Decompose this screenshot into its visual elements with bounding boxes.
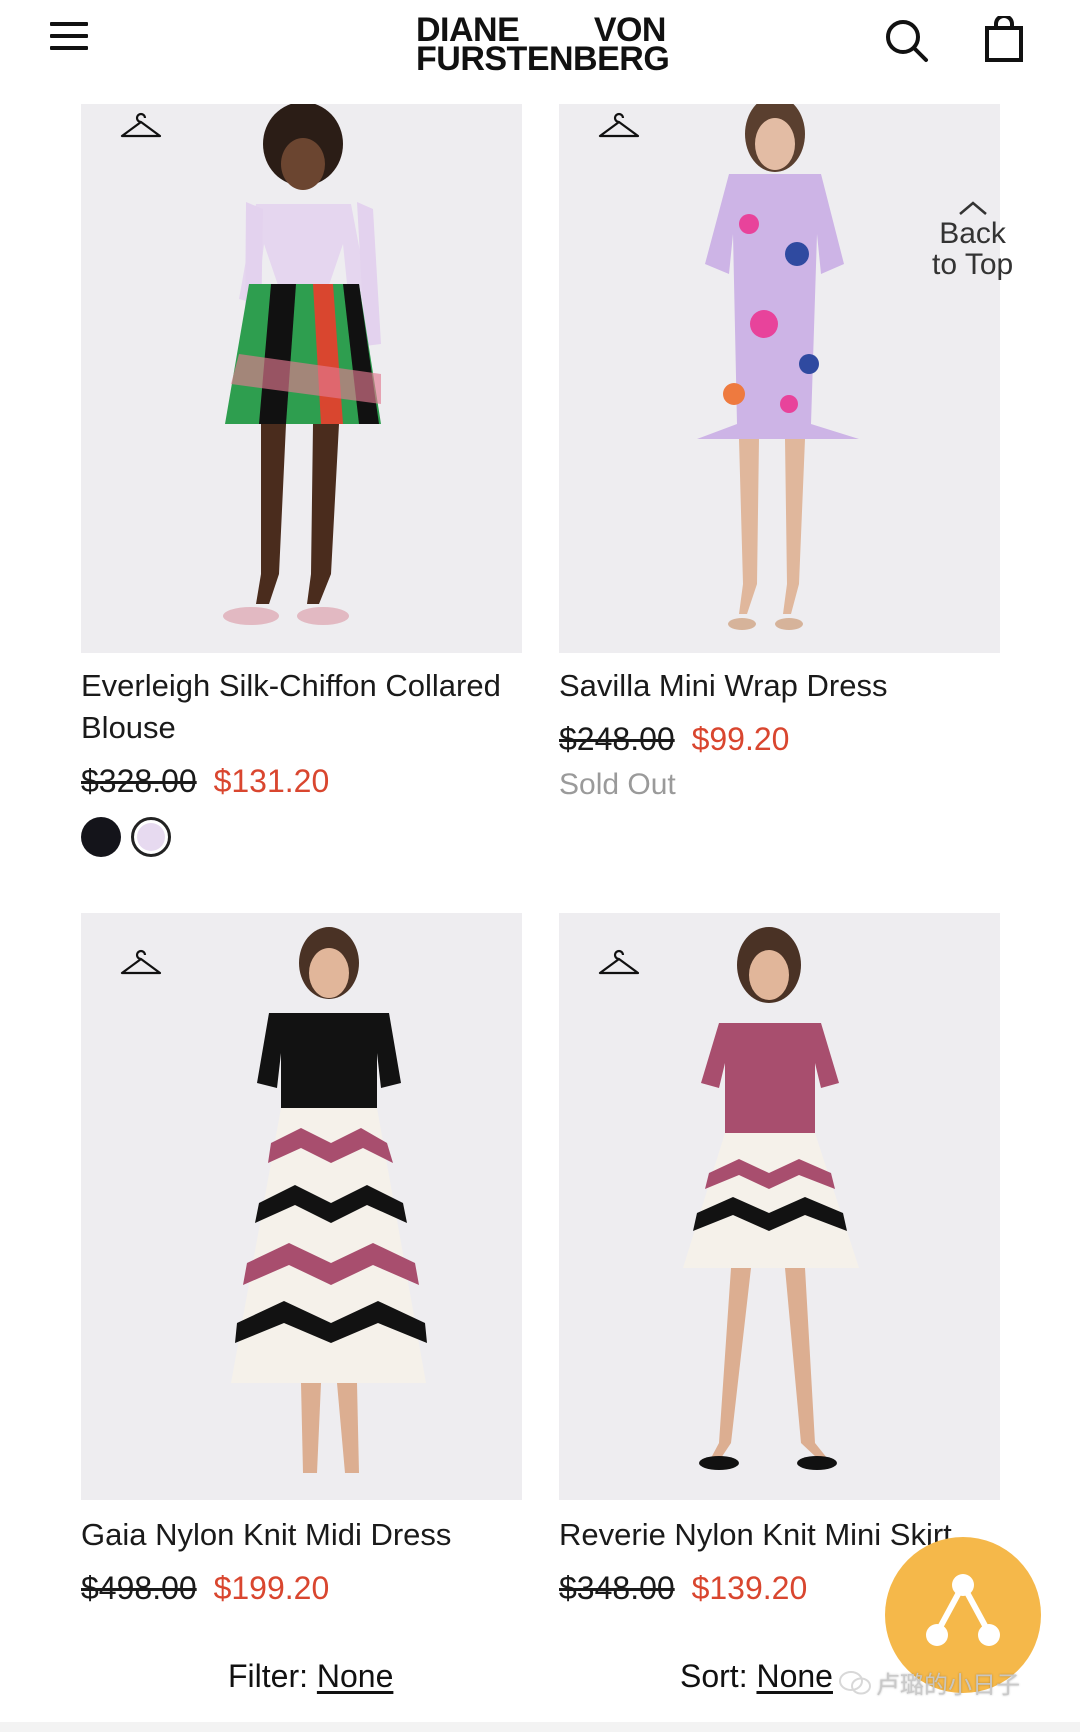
model-figure-illustration [683, 927, 859, 1470]
bottom-edge-strip [0, 1722, 1080, 1732]
filter-control[interactable]: Filter: None [228, 1658, 393, 1695]
hanger-icon[interactable] [597, 949, 641, 977]
filter-value-link[interactable]: None [317, 1658, 394, 1694]
search-icon[interactable] [884, 18, 930, 64]
watermark: 卢璐的小日子 [838, 1665, 1020, 1700]
watermark-text: 卢璐的小日子 [876, 1671, 1020, 1699]
shopping-bag-icon[interactable] [984, 14, 1024, 62]
model-figure-illustration [231, 927, 427, 1473]
sort-label: Sort: [680, 1658, 748, 1694]
back-to-top-line1: Back [939, 217, 1006, 250]
chevron-up-icon [958, 201, 987, 215]
sale-price: $139.20 [691, 1570, 808, 1606]
hanger-icon[interactable] [119, 112, 163, 140]
back-to-top-button[interactable]: Back to Top [932, 200, 1013, 280]
brand-logo[interactable]: DIANE VON FURSTENBERG [416, 13, 670, 78]
hanger-icon[interactable] [119, 949, 163, 977]
original-price: $498.00 [81, 1570, 197, 1606]
sale-price: $199.20 [213, 1570, 330, 1606]
product-name[interactable]: Everleigh Silk-Chiffon Collared Blouse [81, 665, 522, 749]
product-image[interactable] [559, 104, 1000, 653]
original-price: $248.00 [559, 721, 675, 757]
price-row: $248.00 $99.20 [559, 717, 1000, 761]
logo-word-furstenberg: FURSTENBERG [416, 40, 670, 78]
price-row: $498.00 $199.20 [81, 1566, 522, 1610]
product-image[interactable] [81, 913, 522, 1500]
swatch-black[interactable] [81, 817, 121, 857]
product-name[interactable]: Savilla Mini Wrap Dress [559, 665, 1000, 707]
filter-label: Filter: [228, 1658, 308, 1694]
original-price: $328.00 [81, 763, 197, 799]
product-image[interactable] [559, 913, 1000, 1500]
hamburger-menu-icon[interactable] [50, 22, 90, 54]
sale-price: $131.20 [213, 763, 330, 799]
model-figure-illustration [223, 104, 381, 625]
sort-value-link[interactable]: None [756, 1658, 833, 1694]
original-price: $348.00 [559, 1570, 675, 1606]
hanger-icon[interactable] [597, 112, 641, 140]
sale-price: $99.20 [691, 721, 790, 757]
site-header: DIANE VON FURSTENBERG [0, 0, 1080, 98]
swatch-lilac[interactable] [131, 817, 171, 857]
model-figure-illustration [697, 104, 859, 630]
product-card[interactable]: Reverie Nylon Knit Mini Skirt $348.00 $1… [559, 913, 1000, 1610]
sold-out-label: Sold Out [559, 768, 676, 801]
wechat-icon [839, 1670, 871, 1694]
product-image[interactable] [81, 104, 522, 653]
product-card[interactable]: Everleigh Silk-Chiffon Collared Blouse $… [81, 104, 522, 857]
color-swatches [81, 817, 522, 857]
back-to-top-line2: to Top [932, 248, 1014, 281]
sort-control[interactable]: Sort: None [680, 1658, 833, 1695]
product-card[interactable]: Gaia Nylon Knit Midi Dress $498.00 $199.… [81, 913, 522, 1610]
price-row: $328.00 $131.20 [81, 759, 522, 803]
product-name[interactable]: Gaia Nylon Knit Midi Dress [81, 1514, 522, 1556]
